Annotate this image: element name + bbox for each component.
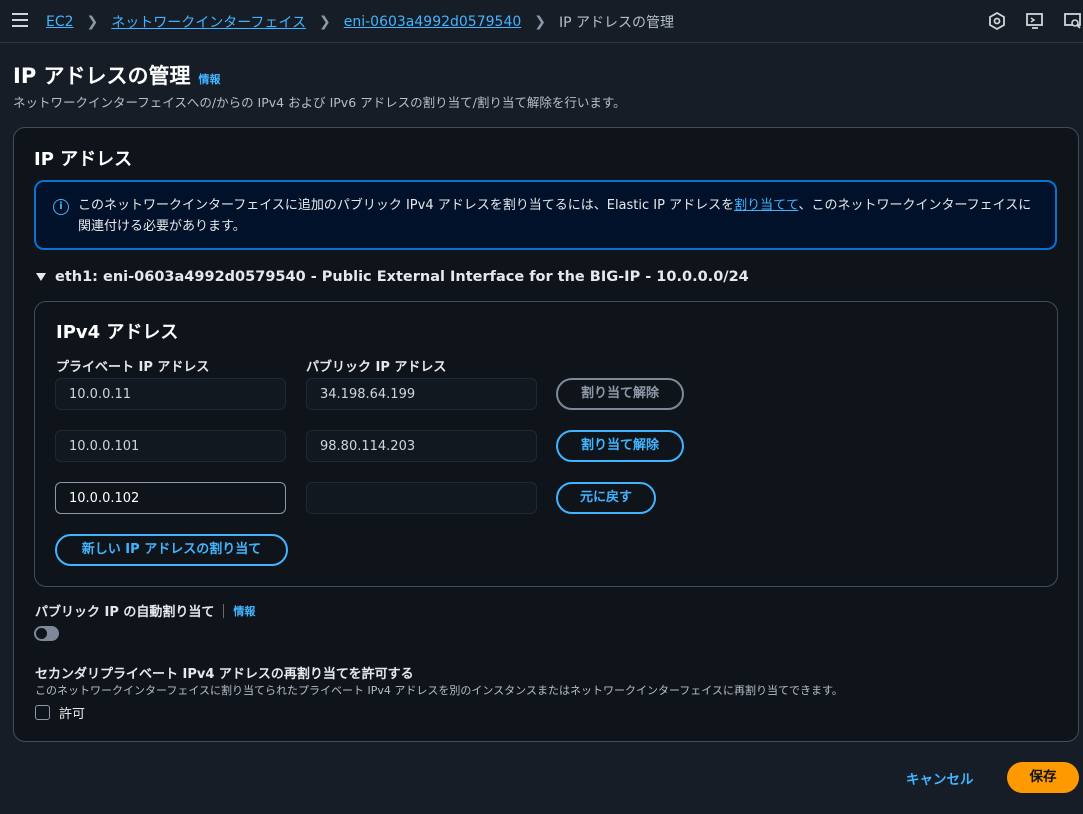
ipv4-title: IPv4 アドレス (56, 322, 179, 343)
assign-new-ip-button[interactable]: 新しい IP アドレスの割り当て (55, 534, 288, 566)
reassign-title: セカンダリプライベート IPv4 アドレスの再割り当てを許可する (35, 667, 414, 682)
public-ip-header: パブリック IP アドレス (306, 360, 447, 375)
alert-text: このネットワークインターフェイスに追加のパブリック IPv4 アドレスを割り当て… (78, 195, 1038, 237)
info-link[interactable]: 情報 (199, 71, 221, 87)
page-description: ネットワークインターフェイスへの/からの IPv4 および IPv6 アドレスの… (13, 95, 626, 110)
breadcrumb: EC2 ❯ ネットワークインターフェイス ❯ eni-0603a4992d057… (46, 12, 674, 32)
auto-assign-public-ip: パブリック IP の自動割り当て 情報 (35, 601, 255, 620)
public-ip-field (306, 482, 537, 514)
breadcrumb-network-interfaces[interactable]: ネットワークインターフェイス (111, 12, 306, 32)
page-header: IP アドレスの管理 情報 (13, 60, 221, 90)
private-ip-input[interactable]: 10.0.0.102 (55, 482, 286, 514)
chevron-right-icon: ❯ (86, 14, 99, 30)
page-title: IP アドレスの管理 (13, 64, 191, 88)
info-link[interactable]: 情報 (233, 603, 255, 619)
auto-assign-label: パブリック IP の自動割り当て (35, 605, 215, 620)
allocate-eip-link[interactable]: 割り当てて (734, 198, 798, 213)
private-ip-field: 10.0.0.11 (55, 378, 286, 410)
allow-checkbox[interactable] (35, 705, 50, 720)
public-ip-field: 98.80.114.203 (306, 430, 537, 462)
hexagon-settings-icon[interactable] (987, 11, 1007, 31)
interface-expander[interactable]: eth1: eni-0603a4992d0579540 - Public Ext… (36, 269, 749, 285)
ip-address-panel: IP アドレス i このネットワークインターフェイスに追加のパブリック IPv4… (13, 127, 1079, 742)
reassign-description: このネットワークインターフェイスに割り当てられたプライベート IPv4 アドレス… (35, 684, 843, 697)
info-alert: i このネットワークインターフェイスに追加のパブリック IPv4 アドレスを割り… (34, 180, 1057, 250)
allow-checkbox-row[interactable]: 許可 (35, 703, 85, 722)
menu-icon[interactable] (12, 13, 28, 27)
divider (223, 603, 225, 618)
private-ip-field: 10.0.0.101 (55, 430, 286, 462)
unassign-button[interactable]: 割り当て解除 (556, 430, 684, 462)
top-bar: EC2 ❯ ネットワークインターフェイス ❯ eni-0603a4992d057… (0, 0, 1083, 43)
info-icon: i (53, 199, 69, 215)
alert-text-before: このネットワークインターフェイスに追加のパブリック IPv4 アドレスを割り当て… (78, 198, 735, 213)
breadcrumb-current: IP アドレスの管理 (559, 15, 675, 31)
private-ip-header: プライベート IP アドレス (56, 360, 210, 375)
chevron-right-icon: ❯ (319, 14, 331, 30)
top-icons (969, 11, 1083, 31)
toggle-knob (36, 628, 47, 639)
chevron-right-icon: ❯ (534, 14, 546, 30)
screen-search-icon[interactable] (1063, 11, 1083, 31)
breadcrumb-eni[interactable]: eni-0603a4992d0579540 (344, 14, 522, 30)
panel-title: IP アドレス (34, 149, 133, 170)
cancel-button[interactable]: キャンセル (906, 768, 974, 788)
public-ip-field: 34.198.64.199 (306, 378, 537, 410)
unassign-button[interactable]: 割り当て解除 (556, 378, 684, 410)
revert-button[interactable]: 元に戻す (556, 482, 656, 514)
interface-label: eth1: eni-0603a4992d0579540 - Public Ext… (55, 269, 749, 285)
screen-feedback-icon[interactable] (1025, 11, 1045, 31)
allow-label: 許可 (59, 707, 86, 722)
ipv4-section: IPv4 アドレス プライベート IP アドレス パブリック IP アドレス 1… (34, 301, 1058, 587)
auto-assign-toggle[interactable] (34, 626, 59, 641)
save-button[interactable]: 保存 (1007, 762, 1079, 793)
caret-down-icon (36, 273, 46, 281)
breadcrumb-ec2[interactable]: EC2 (46, 14, 74, 30)
